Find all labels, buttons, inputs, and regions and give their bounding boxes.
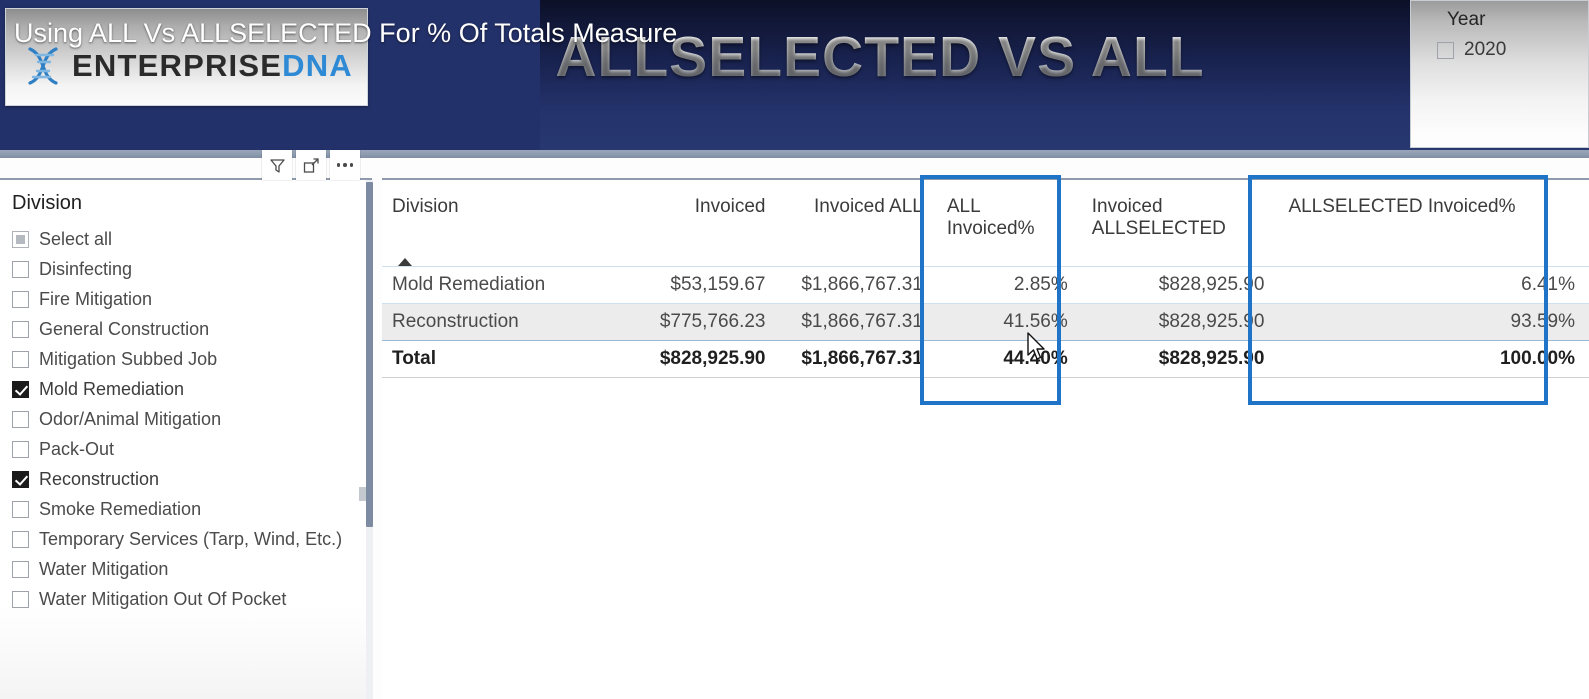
division-slicer-list: Select all Disinfecting Fire Mitigation … bbox=[12, 224, 362, 614]
table-visual[interactable]: Division Invoiced Invoiced ALL ALL Invoi… bbox=[382, 178, 1589, 699]
report-page: ALLSELECTED VS ALL ENTERPRISEDNA Using A… bbox=[0, 0, 1589, 699]
division-item-label: Water Mitigation Out Of Pocket bbox=[39, 588, 287, 609]
division-item-label: Mitigation Subbed Job bbox=[39, 348, 218, 369]
division-item-smoke-remediation[interactable]: Smoke Remediation bbox=[12, 494, 362, 524]
division-item-temporary-services[interactable]: Temporary Services (Tarp, Wind, Etc.) bbox=[12, 524, 362, 554]
division-item-label: Temporary Services (Tarp, Wind, Etc.) bbox=[39, 528, 343, 549]
division-checkbox[interactable] bbox=[12, 440, 29, 458]
division-item-odor-animal-mitigation[interactable]: Odor/Animal Mitigation bbox=[12, 404, 362, 434]
year-2020-checkbox[interactable] bbox=[1437, 41, 1454, 59]
cell-total-invoiced-allselected: $828,925.90 bbox=[1081, 339, 1279, 378]
division-checkbox[interactable] bbox=[12, 530, 29, 548]
visual-header-toolbar[interactable] bbox=[262, 150, 360, 180]
division-item-label: Fire Mitigation bbox=[39, 288, 153, 309]
division-checkbox[interactable] bbox=[12, 380, 29, 398]
column-header-line-2: Invoiced% bbox=[946, 218, 1035, 239]
cell-all-invoiced-pct: 2.85% bbox=[936, 265, 1082, 303]
cell-allselected-invoiced-pct: 93.59% bbox=[1278, 302, 1589, 340]
cell-all-invoiced-pct: 41.56% bbox=[936, 302, 1082, 340]
data-table: Division Invoiced Invoiced ALL ALL Invoi… bbox=[382, 180, 1589, 378]
cell-invoiced-allselected: $828,925.90 bbox=[1081, 265, 1279, 303]
cell-invoiced: $53,159.67 bbox=[622, 265, 780, 303]
cell-total-invoiced: $828,925.90 bbox=[622, 339, 780, 378]
cell-total-label: Total bbox=[382, 339, 623, 378]
division-slicer-scrollbar-thumb[interactable] bbox=[366, 182, 373, 527]
table-total-row[interactable]: Total $828,925.90 $1,866,767.31 44.40% $… bbox=[382, 339, 1589, 378]
division-slicer-title: Division bbox=[12, 192, 83, 214]
cell-invoiced-all: $1,866,767.31 bbox=[779, 302, 937, 340]
division-item-select-all[interactable]: Select all bbox=[12, 224, 362, 254]
division-item-label: Disinfecting bbox=[39, 258, 133, 279]
header-underbar bbox=[0, 150, 1589, 158]
division-item-label: Pack-Out bbox=[39, 438, 115, 459]
division-item-disinfecting[interactable]: Disinfecting bbox=[12, 254, 362, 284]
column-header-line-1: ALL bbox=[946, 196, 981, 217]
dna-helix-icon bbox=[20, 43, 66, 89]
division-checkbox[interactable] bbox=[12, 500, 29, 518]
division-checkbox[interactable] bbox=[12, 590, 29, 608]
division-item-mitigation-subbed-job[interactable]: Mitigation Subbed Job bbox=[12, 344, 362, 374]
year-slicer-title: Year bbox=[1447, 9, 1486, 30]
division-checkbox[interactable] bbox=[12, 350, 29, 368]
year-slicer[interactable]: Year 2020 bbox=[1410, 0, 1589, 148]
ellipsis-dots bbox=[336, 163, 354, 167]
cell-total-allselected-invoiced-pct: 100.00% bbox=[1278, 339, 1589, 378]
cell-invoiced-allselected: $828,925.90 bbox=[1081, 302, 1279, 340]
logo-wordmark: ENTERPRISEDNA bbox=[72, 48, 353, 84]
more-options-icon[interactable] bbox=[330, 150, 360, 180]
division-slicer-resize-handle[interactable] bbox=[359, 487, 366, 501]
logo-word-enterprise: ENTERPRISE bbox=[72, 48, 283, 83]
division-slicer[interactable]: Division Select all Disinfecting Fire Mi… bbox=[0, 178, 372, 699]
column-header-division[interactable]: Division bbox=[382, 180, 622, 266]
table-row[interactable]: Reconstruction $775,766.23 $1,866,767.31… bbox=[382, 302, 1589, 340]
division-item-water-mitigation-out-of-pocket[interactable]: Water Mitigation Out Of Pocket bbox=[12, 584, 362, 614]
cell-allselected-invoiced-pct: 6.41% bbox=[1278, 265, 1589, 303]
cell-total-all-invoiced-pct: 44.40% bbox=[936, 339, 1082, 378]
cell-division: Mold Remediation bbox=[382, 265, 623, 303]
column-header-line-1: Invoiced bbox=[1091, 196, 1163, 217]
sort-ascending-icon[interactable] bbox=[398, 258, 412, 266]
mouse-cursor bbox=[1026, 332, 1048, 367]
column-header-allselected-invoiced-pct[interactable]: ALLSELECTED Invoiced% bbox=[1278, 180, 1589, 266]
video-overlay-caption: Using ALL Vs ALLSELECTED For % Of Totals… bbox=[14, 18, 678, 48]
division-item-reconstruction[interactable]: Reconstruction bbox=[12, 464, 362, 494]
division-item-label: Reconstruction bbox=[39, 468, 160, 489]
table-row[interactable]: Mold Remediation $53,159.67 $1,866,767.3… bbox=[382, 265, 1589, 303]
division-checkbox[interactable] bbox=[12, 560, 29, 578]
division-item-fire-mitigation[interactable]: Fire Mitigation bbox=[12, 284, 362, 314]
logo-row: ENTERPRISEDNA bbox=[20, 43, 353, 89]
cell-division: Reconstruction bbox=[382, 302, 623, 340]
table-header-row: Division Invoiced Invoiced ALL ALL Invoi… bbox=[382, 180, 1589, 266]
column-header-invoiced-all[interactable]: Invoiced ALL bbox=[780, 180, 937, 266]
division-checkbox[interactable] bbox=[12, 320, 29, 338]
division-item-label: General Construction bbox=[39, 318, 210, 339]
division-select-all-checkbox[interactable] bbox=[12, 230, 29, 248]
column-header-line-2: ALLSELECTED bbox=[1091, 218, 1226, 239]
year-slicer-item-2020[interactable]: 2020 bbox=[1437, 39, 1506, 61]
filter-icon[interactable] bbox=[262, 150, 292, 180]
division-item-mold-remediation[interactable]: Mold Remediation bbox=[12, 374, 362, 404]
cell-total-invoiced-all: $1,866,767.31 bbox=[779, 339, 937, 378]
division-item-general-construction[interactable]: General Construction bbox=[12, 314, 362, 344]
logo-word-dna: DNA bbox=[282, 48, 353, 83]
focus-mode-icon[interactable] bbox=[296, 150, 326, 180]
division-item-water-mitigation[interactable]: Water Mitigation bbox=[12, 554, 362, 584]
division-item-label: Select all bbox=[39, 228, 113, 249]
cell-invoiced-all: $1,866,767.31 bbox=[779, 265, 937, 303]
column-header-invoiced[interactable]: Invoiced bbox=[622, 180, 779, 266]
table-body: Mold Remediation $53,159.67 $1,866,767.3… bbox=[382, 265, 1589, 378]
division-item-label: Odor/Animal Mitigation bbox=[39, 408, 222, 429]
division-item-pack-out[interactable]: Pack-Out bbox=[12, 434, 362, 464]
division-checkbox[interactable] bbox=[12, 290, 29, 308]
cell-invoiced: $775,766.23 bbox=[622, 302, 780, 340]
division-checkbox[interactable] bbox=[12, 260, 29, 278]
division-item-label: Water Mitigation bbox=[39, 558, 169, 579]
division-item-label: Smoke Remediation bbox=[39, 498, 202, 519]
column-header-invoiced-allselected[interactable]: Invoiced ALLSELECTED bbox=[1082, 180, 1279, 266]
year-2020-label: 2020 bbox=[1464, 39, 1507, 60]
division-checkbox[interactable] bbox=[12, 410, 29, 428]
column-header-all-invoiced-pct[interactable]: ALL Invoiced% bbox=[937, 180, 1082, 266]
division-item-label: Mold Remediation bbox=[39, 378, 185, 399]
division-checkbox[interactable] bbox=[12, 470, 29, 488]
